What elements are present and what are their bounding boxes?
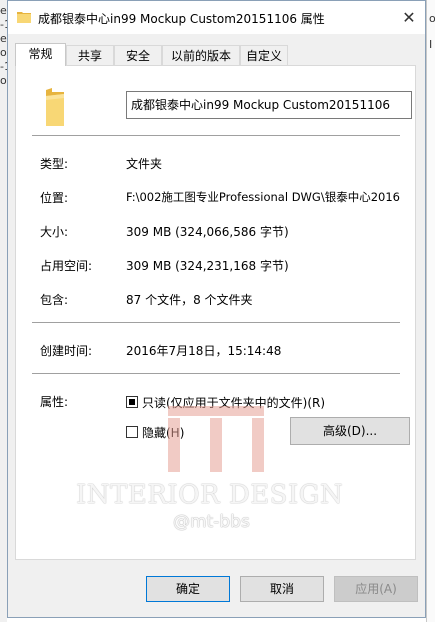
size-on-disk-value: 309 MB (324,231,168 字节) [126,259,289,273]
size-on-disk-label: 占用空间: [40,259,93,273]
title-bar[interactable]: 成都银泰中心in99 Mockup Custom20151106 属性 ✕ [8,1,425,34]
contains-label: 包含: [40,293,69,307]
contains-value: 87 个文件，8 个文件夹 [126,293,253,307]
tab-general[interactable]: 常规 [15,43,66,66]
readonly-label[interactable]: 只读(仅应用于文件夹中的文件)(R) [142,394,325,411]
folder-icon [46,88,64,126]
properties-dialog: 成都银泰中心in99 Mockup Custom20151106 属性 ✕ 常规… [7,0,426,618]
type-value: 文件夹 [126,157,163,171]
tab-panel-general: 成都银泰中心in99 Mockup Custom20151106 类型: 文件夹… [15,65,416,560]
folder-icon [17,12,31,23]
window-title: 成都银泰中心in99 Mockup Custom20151106 属性 [38,12,325,26]
attributes-label: 属性: [40,395,69,409]
divider [32,373,400,374]
close-button[interactable]: ✕ [395,3,423,31]
location-label: 位置: [40,191,69,205]
close-icon: ✕ [402,7,416,27]
bg-text: e [0,4,7,17]
size-value: 309 MB (324,066,586 字节) [126,225,289,239]
size-label: 大小: [40,225,69,239]
location-value: F:\002施工图专业Professional DWG\银泰中心2016 [126,190,400,204]
advanced-button[interactable]: 高级(D)... [290,417,410,445]
readonly-checkbox[interactable] [126,396,138,408]
hidden-label[interactable]: 隐藏(H) [142,424,184,441]
folder-name-input[interactable]: 成都银泰中心in99 Mockup Custom20151106 [126,91,412,119]
tab-customize[interactable]: 自定义 [240,45,288,65]
bg-text: e [0,32,7,45]
divider [32,322,400,323]
bg-text: I [429,38,433,51]
type-label: 类型: [40,157,69,171]
divider [32,135,400,136]
background-window-edge-right: o I [426,0,435,622]
tab-sharing[interactable]: 共享 [66,45,114,65]
background-window-edge-left: e -1 e ol -1 ol [0,0,11,622]
apply-button[interactable]: 应用(A) [334,576,418,602]
ok-button[interactable]: 确定 [146,576,230,602]
created-value: 2016年7月18日，15:14:48 [126,344,282,358]
tab-previous-versions[interactable]: 以前的版本 [162,45,240,65]
hidden-checkbox[interactable] [126,426,138,438]
bg-text: o [429,12,435,25]
tab-security[interactable]: 安全 [114,45,162,65]
cancel-button[interactable]: 取消 [240,576,324,602]
created-label: 创建时间: [40,344,93,358]
